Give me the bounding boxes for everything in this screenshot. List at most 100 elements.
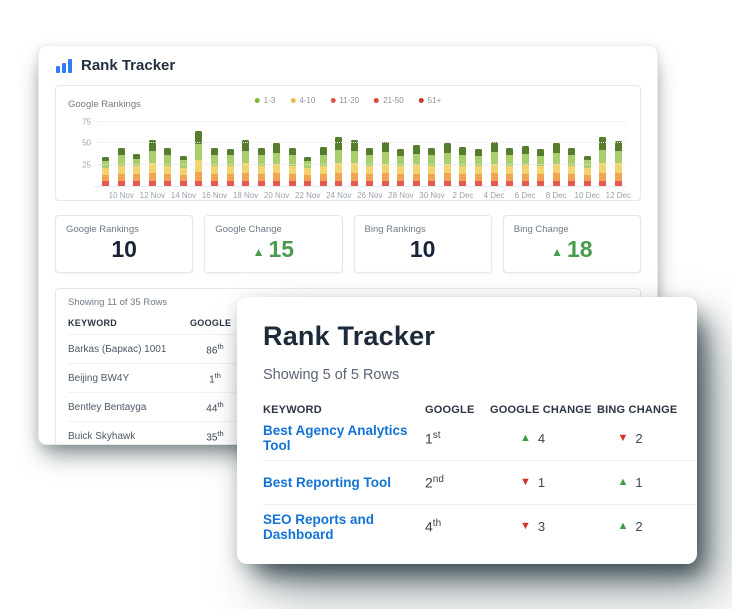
- x-axis-label: 14 Nov: [171, 191, 196, 200]
- stacked-bar: [211, 148, 218, 186]
- keyword-link[interactable]: Best Reporting Tool: [263, 475, 425, 490]
- stat-card-label: Google Rankings: [66, 224, 182, 235]
- chart-bar[interactable]: [191, 122, 207, 186]
- bar-segment-11-20: [522, 165, 529, 174]
- chart-bar[interactable]: [284, 122, 300, 186]
- bar-segment-21-50: [615, 173, 622, 181]
- bar-segment-21-50: [335, 173, 342, 181]
- chart-bar[interactable]: [315, 122, 331, 186]
- bar-segment-21-50: [413, 174, 420, 181]
- bar-segment-4-10: [553, 153, 560, 164]
- bar-segment-4-10: [102, 161, 109, 168]
- bar-segment-1-3: [444, 143, 451, 152]
- bar-segment-11-20: [506, 166, 513, 175]
- chart-bar[interactable]: 22 Nov: [300, 122, 316, 186]
- chart-bar[interactable]: [347, 122, 363, 186]
- chart-bar[interactable]: 10 Dec: [579, 122, 595, 186]
- change-value: 3: [538, 519, 545, 534]
- bing-change-cell: ▼2: [597, 431, 697, 446]
- chart-bar[interactable]: 26 Nov: [362, 122, 378, 186]
- legend-dot-icon: [255, 98, 260, 103]
- chart-bar[interactable]: 4 Dec: [486, 122, 502, 186]
- chart-bar[interactable]: [222, 122, 238, 186]
- chart-bar[interactable]: 30 Nov: [424, 122, 440, 186]
- chart-bar[interactable]: [440, 122, 456, 186]
- column-header-keyword: KEYWORD: [68, 318, 190, 328]
- chart-bar[interactable]: [98, 122, 114, 186]
- legend-item-4-10[interactable]: 4-10: [290, 96, 315, 105]
- y-axis-tick-25: 25: [82, 160, 91, 169]
- bar-segment-4-10: [149, 151, 156, 163]
- chart-bar[interactable]: 6 Dec: [517, 122, 533, 186]
- stacked-bar: [180, 156, 187, 186]
- chart-bar[interactable]: [533, 122, 549, 186]
- chart-bar[interactable]: 12 Nov: [145, 122, 161, 186]
- x-axis-label: 28 Nov: [388, 191, 413, 200]
- bar-segment-1-3: [553, 143, 560, 152]
- stat-card-value: 10: [66, 236, 182, 263]
- x-axis-label: 2 Dec: [453, 191, 474, 200]
- chart-bar[interactable]: [409, 122, 425, 186]
- bar-segment-51+: [133, 181, 140, 186]
- triangle-up-icon: ▲: [551, 245, 563, 259]
- chart-bar[interactable]: [160, 122, 176, 186]
- chart-bar[interactable]: 18 Nov: [238, 122, 254, 186]
- stacked-bar: [584, 156, 591, 186]
- chart-bar[interactable]: [595, 122, 611, 186]
- bar-segment-1-3: [506, 148, 513, 156]
- legend-item-11-20[interactable]: 11-20: [330, 96, 359, 105]
- chart-bar[interactable]: 16 Nov: [207, 122, 223, 186]
- chart-bar[interactable]: 10 Nov: [114, 122, 130, 186]
- bar-segment-1-3: [211, 148, 218, 156]
- chart-bar[interactable]: 28 Nov: [393, 122, 409, 186]
- chart-bar[interactable]: [471, 122, 487, 186]
- bar-segment-21-50: [351, 173, 358, 181]
- y-axis-tick-50: 50: [82, 139, 91, 148]
- bar-segment-51+: [444, 181, 451, 186]
- bar-segment-1-3: [475, 149, 482, 156]
- bar-segment-51+: [397, 181, 404, 186]
- chart-bar[interactable]: 24 Nov: [331, 122, 347, 186]
- chart-bar[interactable]: 8 Dec: [548, 122, 564, 186]
- chart-bar[interactable]: 2 Dec: [455, 122, 471, 186]
- bar-segment-11-20: [491, 164, 498, 173]
- stacked-bar: [289, 148, 296, 186]
- window-header: Rank Tracker: [39, 46, 657, 83]
- stat-cards-row: Google Rankings10Google Change▲15Bing Ra…: [55, 215, 641, 273]
- chart-bar[interactable]: [253, 122, 269, 186]
- x-axis-label: 10 Dec: [575, 191, 600, 200]
- bar-segment-11-20: [475, 166, 482, 175]
- card-header-row: KEYWORD GOOGLE GOOGLE CHANGE BING CHANGE: [263, 404, 697, 416]
- chart-bar[interactable]: 14 Nov: [176, 122, 192, 186]
- chart-bar[interactable]: [502, 122, 518, 186]
- legend-item-21-50[interactable]: 21-50: [374, 96, 403, 105]
- chart-bar[interactable]: 20 Nov: [269, 122, 285, 186]
- bar-segment-11-20: [258, 166, 265, 175]
- triangle-down-icon: ▼: [617, 433, 628, 444]
- bar-segment-51+: [227, 181, 234, 186]
- google-rank-cell: 44th: [190, 400, 240, 414]
- chart-bar[interactable]: [129, 122, 145, 186]
- bing-change-cell: ▲1: [597, 475, 697, 490]
- bar-segment-11-20: [553, 164, 560, 173]
- stacked-bar-chart: 10 Nov 12 Nov 14 Nov 16 Nov 18 Nov 20 Nov 22 N…: [98, 122, 626, 186]
- bar-segment-11-20: [211, 166, 218, 175]
- triangle-up-icon: ▲: [253, 245, 265, 259]
- keyword-link[interactable]: SEO Reports and Dashboard: [263, 512, 425, 542]
- bar-segment-21-50: [475, 174, 482, 181]
- legend-label: 51+: [428, 96, 442, 105]
- bar-segment-51+: [491, 181, 498, 186]
- legend-item-51+[interactable]: 51+: [419, 96, 442, 105]
- bar-segment-51+: [615, 181, 622, 186]
- bar-segment-4-10: [351, 151, 358, 163]
- chart-bar[interactable]: 12 Dec: [611, 122, 627, 186]
- keyword-link[interactable]: Best Agency Analytics Tool: [263, 423, 425, 453]
- legend-item-1-3[interactable]: 1-3: [255, 96, 276, 105]
- keyword-cell: Beijing BW4Y: [68, 373, 190, 384]
- bar-segment-21-50: [211, 174, 218, 181]
- bar-segment-21-50: [444, 173, 451, 181]
- chart-bar[interactable]: [564, 122, 580, 186]
- legend-label: 1-3: [264, 96, 276, 105]
- bar-segment-4-10: [599, 150, 606, 163]
- chart-bar[interactable]: [378, 122, 394, 186]
